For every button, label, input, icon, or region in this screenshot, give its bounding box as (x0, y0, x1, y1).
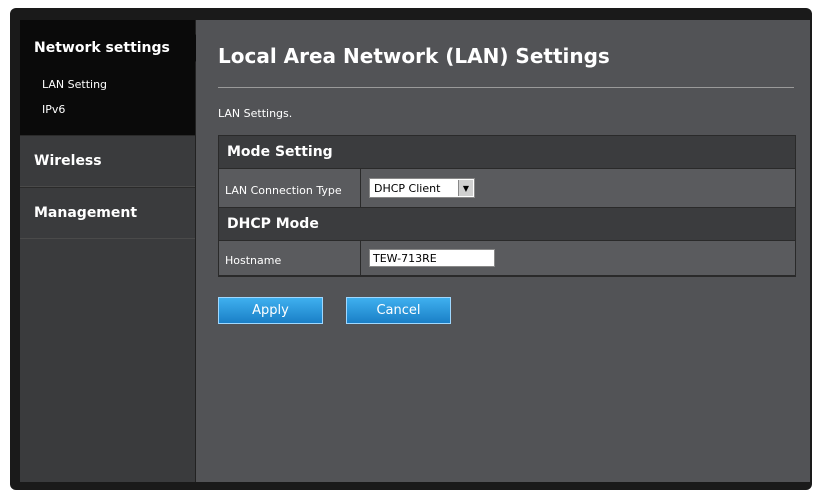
hostname-cell: TEW-713RE (361, 241, 795, 275)
sidebar-heading-wireless[interactable]: Wireless (20, 153, 102, 169)
sidebar-heading-network-settings[interactable]: Network settings (20, 20, 195, 56)
lan-connection-label: LAN Connection Type (219, 169, 361, 207)
title-divider (218, 87, 794, 88)
hostname-row: Hostname TEW-713RE (219, 241, 795, 276)
page-title: Local Area Network (LAN) Settings (218, 44, 610, 68)
settings-table: Mode Setting LAN Connection Type DHCP Cl… (218, 135, 796, 277)
section-label: LAN Settings. (218, 107, 293, 120)
sidebar-group-management[interactable]: Management (20, 187, 195, 239)
chevron-down-icon[interactable]: ▼ (458, 180, 473, 196)
dhcp-mode-header: DHCP Mode (219, 208, 795, 241)
cancel-button[interactable]: Cancel (346, 297, 451, 324)
lan-connection-cell: DHCP Client ▼ (361, 169, 795, 207)
lan-connection-type-value: DHCP Client (374, 181, 441, 195)
hostname-label: Hostname (219, 241, 361, 275)
sidebar-item-ipv6[interactable]: IPv6 (20, 103, 195, 116)
sidebar-heading-management[interactable]: Management (20, 205, 137, 221)
sidebar-group-wireless[interactable]: Wireless (20, 135, 195, 187)
apply-button[interactable]: Apply (218, 297, 323, 324)
lan-connection-type-select[interactable]: DHCP Client ▼ (369, 178, 475, 198)
sidebar-group-network-settings[interactable]: Network settings LAN Setting IPv6 (20, 20, 207, 135)
sidebar-item-lan-setting[interactable]: LAN Setting (20, 78, 195, 91)
main-panel: Local Area Network (LAN) Settings LAN Se… (196, 20, 810, 482)
hostname-input[interactable]: TEW-713RE (369, 249, 495, 267)
lan-connection-row: LAN Connection Type DHCP Client ▼ (219, 169, 795, 208)
sidebar: Network settings LAN Setting IPv6 Wirele… (20, 20, 207, 482)
mode-setting-header: Mode Setting (219, 136, 795, 169)
